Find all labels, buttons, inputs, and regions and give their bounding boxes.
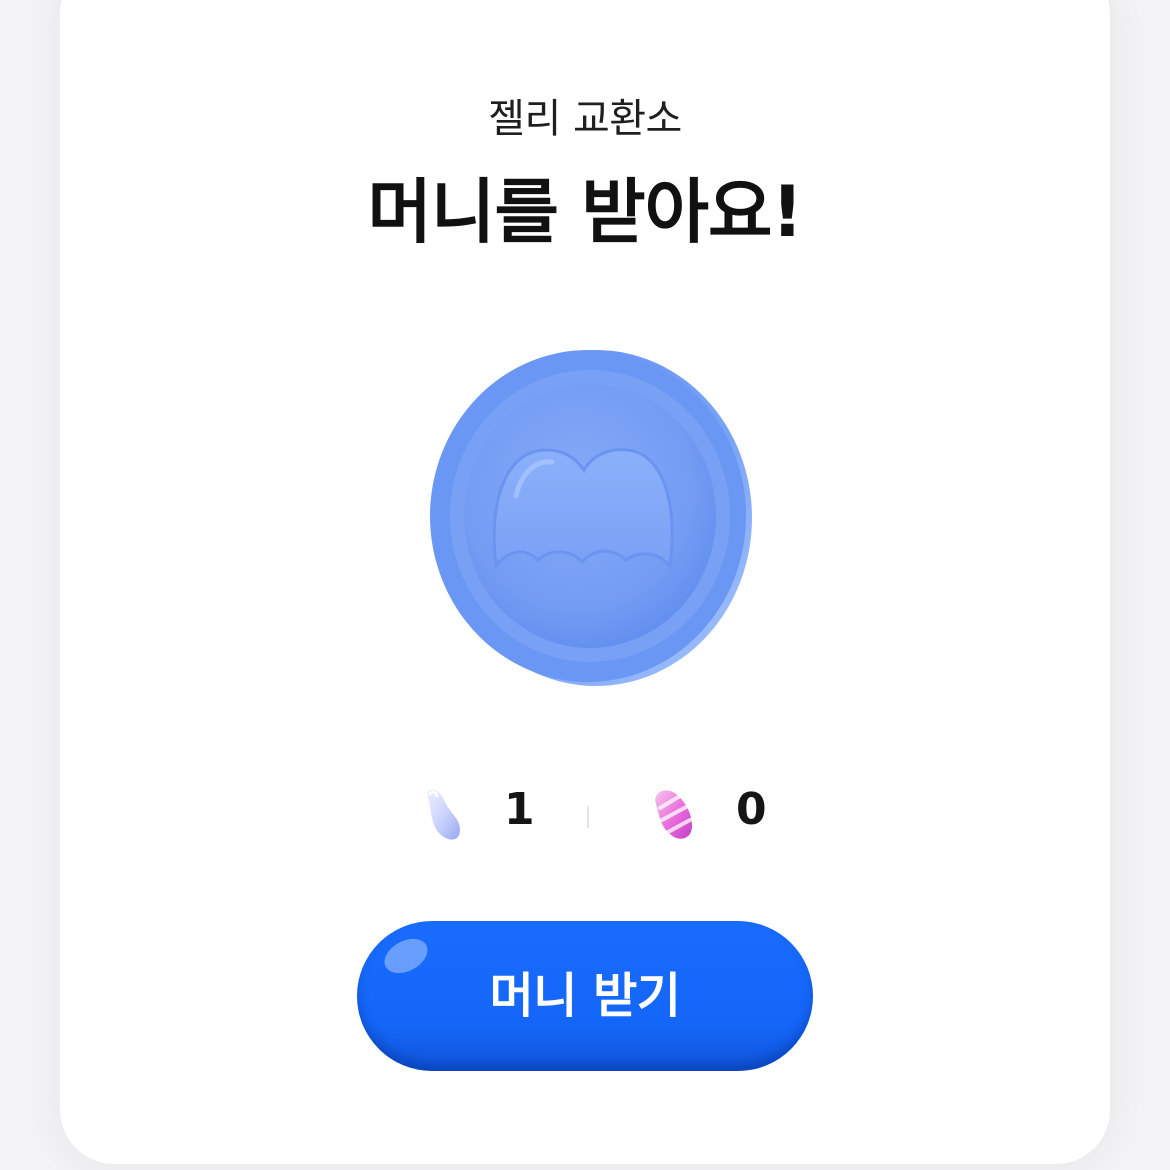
blue-jelly-icon — [414, 780, 484, 850]
page-title: 머니를 받아요! — [367, 171, 804, 253]
blue-jelly-count: 1 — [504, 784, 535, 835]
pink-jelly-count: 0 — [736, 784, 767, 835]
receive-money-button-label: 머니 받기 — [489, 968, 681, 1024]
divider — [587, 806, 589, 828]
money-coin-icon — [426, 346, 756, 690]
pink-jelly-icon — [644, 780, 714, 850]
jelly-counts: 1 0 — [0, 780, 1170, 850]
page-subtitle: 젤리 교환소 — [488, 96, 682, 142]
screen: 젤리 교환소 머니를 받아요! 1 0 머니 받기 — [0, 0, 1170, 1170]
receive-money-button[interactable]: 머니 받기 — [357, 921, 813, 1071]
